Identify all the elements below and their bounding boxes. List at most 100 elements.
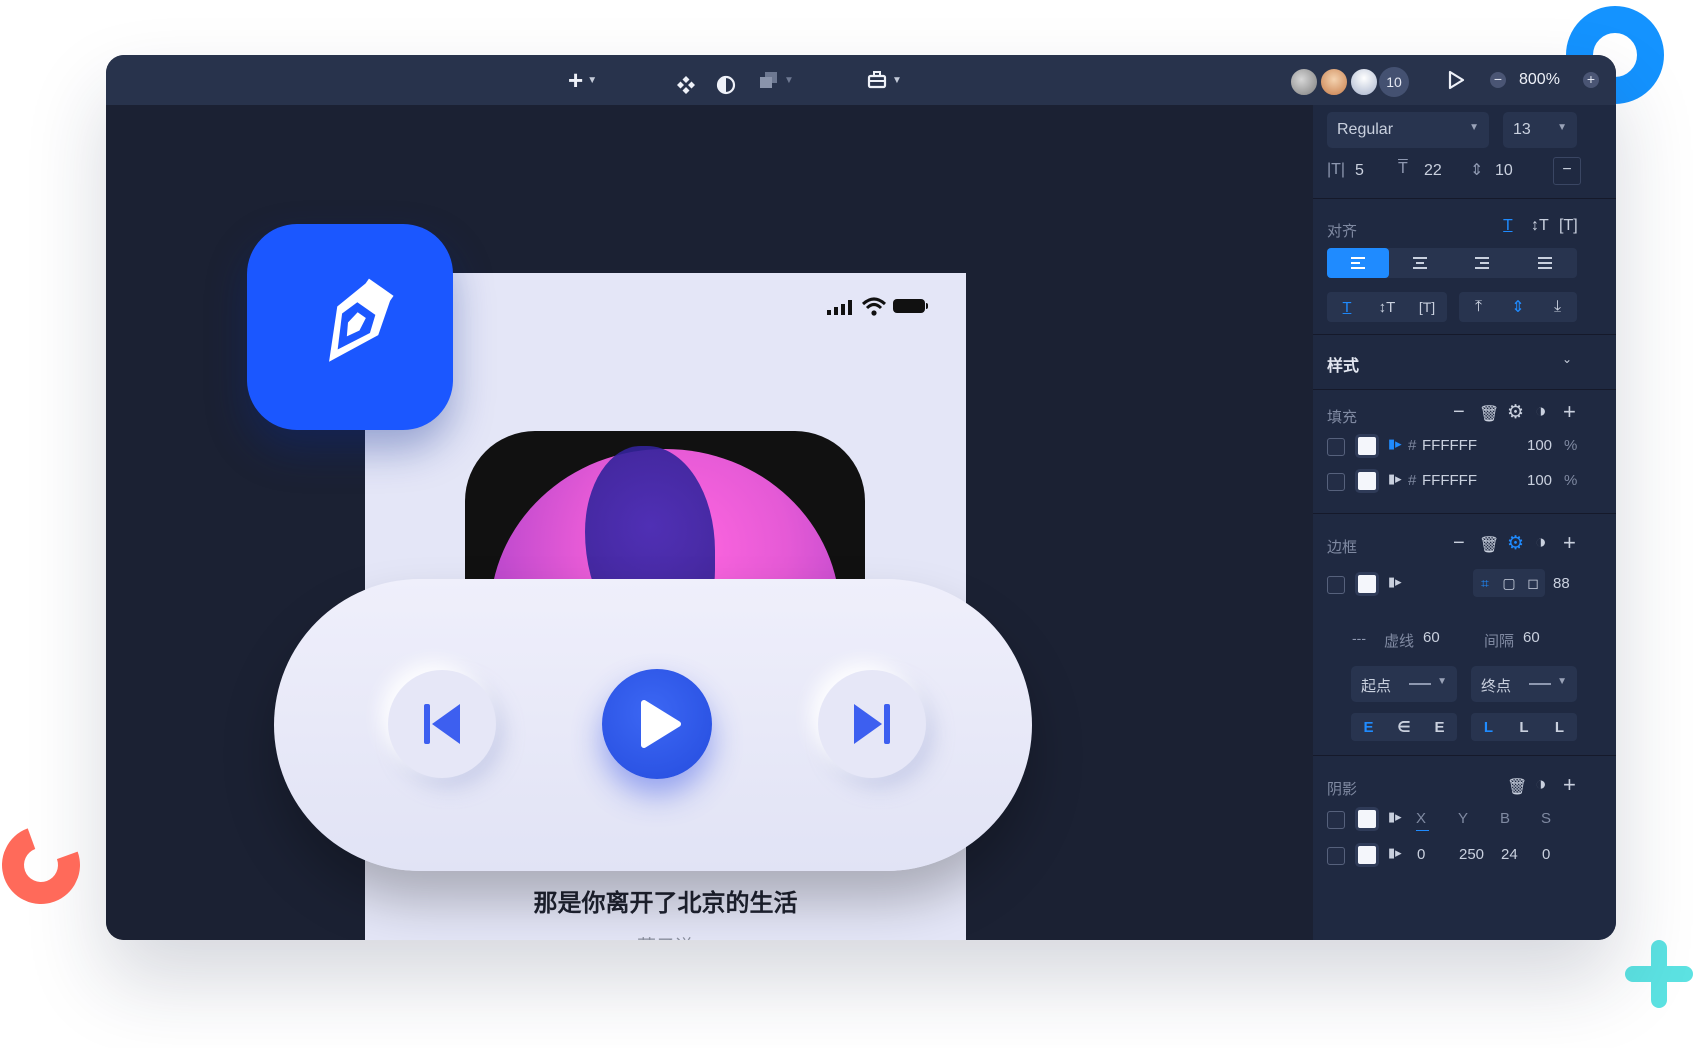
shadow-checkbox[interactable] <box>1327 811 1345 829</box>
add-menu-button[interactable]: + ▼ <box>568 66 597 94</box>
dash-value[interactable]: 60 <box>1423 629 1440 646</box>
cap-round-icon[interactable]: ∈ <box>1386 713 1422 741</box>
shadow-swatch[interactable] <box>1358 810 1376 828</box>
font-size-select[interactable]: 13 ▼ <box>1503 112 1577 148</box>
zoom-level[interactable]: 800% <box>1519 71 1560 89</box>
contrast-icon[interactable]: ◑ <box>1535 532 1546 554</box>
join-round-icon[interactable]: L <box>1506 713 1542 741</box>
border-inside-icon[interactable]: ⌗ <box>1473 569 1497 597</box>
next-button[interactable] <box>818 670 926 778</box>
dash-label: 虚线 <box>1384 633 1415 650</box>
plugin-menu-button[interactable]: ▼ <box>866 66 902 94</box>
end-cap-select[interactable]: 终点 ▼ <box>1471 666 1577 702</box>
chevron-down-icon: ▼ <box>1437 676 1447 687</box>
fill-swatch[interactable] <box>1358 437 1376 455</box>
chevron-down-icon: ▼ <box>1557 122 1567 133</box>
add-icon[interactable]: + <box>1563 530 1576 556</box>
join-miter-icon[interactable]: L <box>1471 713 1506 741</box>
paragraph-spacing-value[interactable]: 10 <box>1495 162 1513 180</box>
align-left-button[interactable] <box>1327 248 1389 278</box>
avatar[interactable] <box>1349 67 1379 97</box>
divider <box>1313 334 1616 335</box>
deco-red-ring <box>0 813 93 917</box>
color-picker-icon[interactable]: ▮▸ <box>1388 436 1402 452</box>
start-cap-select[interactable]: 起点 ▼ <box>1351 666 1457 702</box>
contrast-icon[interactable]: ◑ <box>1535 774 1546 796</box>
font-weight-select[interactable]: Regular ▼ <box>1327 112 1489 148</box>
end-cap-label: 终点 <box>1481 678 1512 695</box>
vertical-align-segment: ⤒ ⇕ ⤓ <box>1459 292 1577 322</box>
cap-square-icon[interactable]: E <box>1422 713 1457 741</box>
fixed-size-icon[interactable]: [T] <box>1559 217 1578 235</box>
align-top-icon[interactable]: ⤒ <box>1459 292 1498 322</box>
border-center-icon[interactable]: ▢ <box>1497 569 1521 597</box>
line-height-value[interactable]: 22 <box>1424 162 1442 180</box>
hex-value[interactable]: FFFFFF <box>1422 472 1477 489</box>
collaborator-count-badge[interactable]: 10 <box>1379 67 1409 97</box>
opacity-value[interactable]: 100 <box>1527 437 1552 454</box>
minus-icon[interactable]: − <box>1453 532 1465 555</box>
gap-value[interactable]: 60 <box>1523 629 1540 646</box>
align-left-icon <box>1351 257 1365 269</box>
fill-swatch[interactable] <box>1358 472 1376 490</box>
color-picker-icon[interactable]: ▮▸ <box>1388 471 1402 487</box>
trash-icon[interactable]: 🗑 <box>1479 404 1499 424</box>
shadow-x-value[interactable]: 0 <box>1417 846 1425 863</box>
align-middle-icon[interactable]: ⇕ <box>1498 292 1538 322</box>
add-icon[interactable]: + <box>1563 399 1576 425</box>
border-swatch[interactable] <box>1358 575 1376 593</box>
shadow-swatch[interactable] <box>1358 846 1376 864</box>
play-button[interactable] <box>602 669 712 779</box>
align-justify-button[interactable] <box>1513 248 1577 278</box>
shadow-spread-value[interactable]: 0 <box>1542 846 1550 863</box>
minus-icon[interactable]: − <box>1453 401 1465 424</box>
hex-value[interactable]: FFFFFF <box>1422 437 1477 454</box>
trash-icon[interactable]: 🗑 <box>1507 777 1527 797</box>
play-preview-icon[interactable] <box>1446 70 1466 90</box>
add-icon[interactable]: + <box>1563 772 1576 798</box>
shadow-checkbox[interactable] <box>1327 847 1345 865</box>
color-picker-icon[interactable]: ▮▸ <box>1388 845 1402 861</box>
design-canvas[interactable]: 那是你离开了北京的生活 薛子谦 <box>106 105 1313 940</box>
text-align-segment <box>1327 248 1577 278</box>
border-checkbox[interactable] <box>1327 576 1345 594</box>
collapse-spacing-button[interactable]: − <box>1553 157 1581 185</box>
auto-height-icon[interactable]: T̲ <box>1503 217 1513 235</box>
fill-checkbox[interactable] <box>1327 438 1345 456</box>
cap-butt-icon[interactable]: E <box>1351 713 1386 741</box>
color-picker-icon[interactable]: ▮▸ <box>1388 574 1402 590</box>
trash-icon[interactable]: 🗑 <box>1479 535 1499 555</box>
contrast-icon[interactable]: ◑ <box>1535 401 1546 423</box>
hex-hash: # <box>1408 472 1417 489</box>
letter-spacing-value[interactable]: 5 <box>1355 162 1364 180</box>
zoom-out-button[interactable]: − <box>1490 72 1506 88</box>
gear-icon[interactable]: ⚙ <box>1507 401 1524 424</box>
line-height-icon: T <box>1398 160 1408 177</box>
align-bottom-icon[interactable]: ⤓ <box>1538 292 1577 322</box>
song-title: 那是你离开了北京的生活 <box>533 890 798 917</box>
chevron-down-icon[interactable]: ⌄ <box>1562 352 1572 366</box>
resize-fixed-icon[interactable]: [T] <box>1407 292 1447 322</box>
zoom-in-button[interactable]: + <box>1583 72 1599 88</box>
fill-checkbox[interactable] <box>1327 473 1345 491</box>
auto-width-icon[interactable]: ↕T <box>1531 217 1549 235</box>
avatar[interactable] <box>1289 67 1319 97</box>
resize-auto-height-icon[interactable]: T̲ <box>1327 292 1367 322</box>
resize-auto-width-icon[interactable]: ↕T <box>1367 292 1407 322</box>
shadow-blur-value[interactable]: 24 <box>1501 846 1518 863</box>
gear-icon[interactable]: ⚙ <box>1507 532 1524 555</box>
join-bevel-icon[interactable]: L <box>1542 713 1577 741</box>
boolean-ops-button[interactable]: ▼ <box>758 66 794 94</box>
previous-button[interactable] <box>388 670 496 778</box>
align-center-button[interactable] <box>1389 248 1451 278</box>
shadow-y-value[interactable]: 250 <box>1459 846 1484 863</box>
contrast-icon[interactable] <box>716 71 736 99</box>
border-width-value[interactable]: 88 <box>1553 575 1570 592</box>
align-right-button[interactable] <box>1451 248 1513 278</box>
avatar[interactable] <box>1319 67 1349 97</box>
color-picker-icon[interactable]: ▮▸ <box>1388 809 1402 825</box>
style-section-title: 样式 <box>1327 358 1360 375</box>
border-outside-icon[interactable]: ◻ <box>1521 569 1545 597</box>
component-icon[interactable] <box>676 71 696 99</box>
opacity-value[interactable]: 100 <box>1527 472 1552 489</box>
